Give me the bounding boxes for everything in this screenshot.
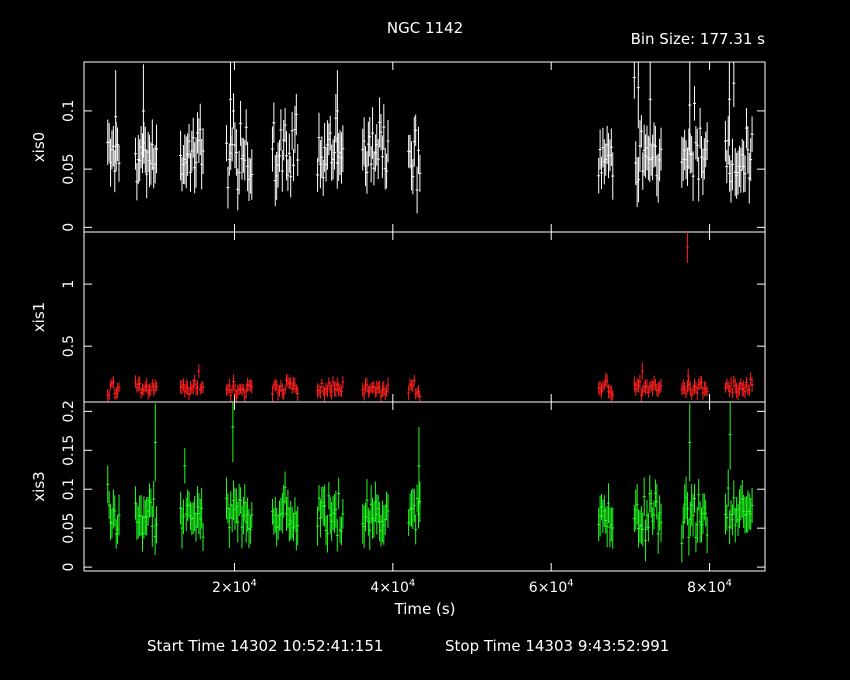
y-tick-label: 0.05: [61, 513, 77, 544]
x-axis-label: Time (s): [394, 600, 456, 618]
panel-xis1: xis1 0.5 1: [30, 231, 766, 403]
stop-time-label: Stop Time 14303 9:43:52:991: [445, 637, 669, 655]
x-tick-label: 4×104: [370, 578, 415, 596]
panel-xis0: xis0 0 0.05 0.1: [30, 61, 766, 233]
x-tick-label: 8×104: [687, 578, 732, 596]
data-points: [106, 62, 754, 214]
y-axis-label: xis0: [30, 132, 48, 162]
light-curve-plot: NGC 1142 Bin Size: 177.31 s Time (s) Sta…: [30, 19, 766, 655]
x-tick-label: 2×104: [212, 578, 257, 596]
y-tick-label: 0.1: [61, 100, 77, 122]
bin-size-label: Bin Size: 177.31 s: [631, 30, 766, 48]
plot-title: NGC 1142: [387, 19, 463, 37]
x-tick-labels: 2×104 4×104 6×104 8×104: [212, 578, 732, 596]
y-tick-label: 0.2: [61, 400, 77, 422]
y-tick-label: 0.1: [61, 478, 77, 500]
data-points: [106, 402, 754, 563]
panels: xis0 0 0.05 0.1 xis1 0.5 1 xis3 0 0.05 0.1 0.15 0.2 2…: [30, 61, 766, 596]
y-axis-label: xis3: [30, 471, 48, 501]
panel-xis3: xis3 0 0.05 0.1 0.15 0.2: [30, 400, 766, 572]
y-tick-label: 0: [61, 563, 77, 572]
start-time-label: Start Time 14302 10:52:41:151: [147, 637, 383, 655]
panel-frame: [83, 401, 766, 572]
y-axis-label: xis1: [30, 302, 48, 332]
y-tick-label: 0.5: [61, 335, 77, 357]
y-tick-label: 1: [61, 280, 77, 289]
y-tick-label: 0.15: [61, 435, 77, 466]
y-tick-label: 0: [61, 223, 77, 232]
panel-frame: [83, 231, 766, 403]
y-tick-label: 0.05: [61, 154, 77, 185]
data-points: [106, 232, 754, 402]
x-tick-label: 6×104: [529, 578, 574, 596]
